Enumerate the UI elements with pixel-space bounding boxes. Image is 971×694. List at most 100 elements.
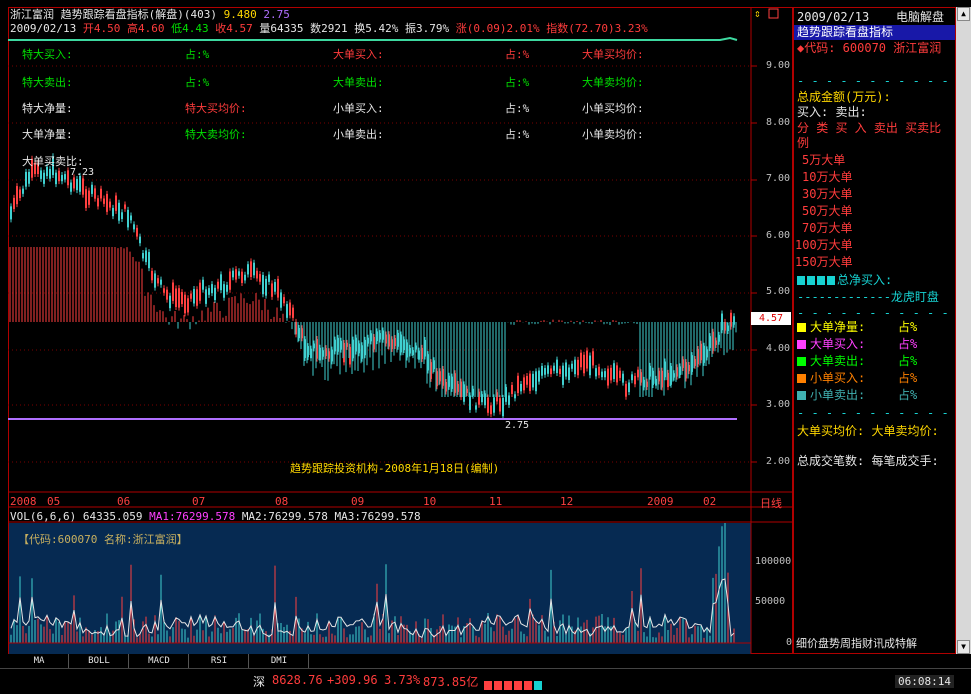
legend-label: 小单买入:	[810, 371, 866, 385]
candle-body	[511, 385, 513, 394]
panel-buy-sell: 买入: 卖出:	[797, 105, 867, 119]
candle-body	[85, 189, 87, 208]
time-tick: 2008	[10, 495, 37, 508]
price-tick: 4.00	[766, 342, 791, 354]
panel-subtitle: 趋势跟踪看盘指标	[794, 25, 955, 40]
price-chart[interactable]: ⇕	[0, 0, 793, 654]
candle-body	[592, 351, 594, 366]
panel-cell: 特大卖均价:	[185, 128, 247, 141]
panel-cell: 大单卖均价:	[582, 76, 644, 89]
candle-body	[166, 289, 168, 300]
vol-ma3: MA3:76299.578	[334, 510, 421, 523]
legend-item: 小单买入: 占%	[797, 371, 917, 386]
candle-body	[535, 371, 537, 392]
candle-body	[127, 209, 129, 228]
status-market: 深	[253, 675, 266, 689]
tier-row: 100万大单	[795, 238, 853, 252]
candle-body	[151, 270, 153, 281]
candle-body	[208, 288, 210, 295]
candle-body	[565, 362, 567, 377]
candle-body	[556, 359, 558, 374]
candle-body	[94, 188, 96, 199]
time-tick: 02	[703, 495, 717, 508]
candle-body	[73, 177, 75, 189]
candle-body	[568, 367, 570, 380]
candle-body	[67, 170, 69, 186]
time-tick: 2009	[647, 495, 674, 508]
candle-body	[274, 282, 276, 292]
candle-body	[526, 375, 528, 385]
candle-body	[133, 224, 135, 230]
legend-swatch	[797, 323, 806, 332]
panel-date: 2009/02/13	[797, 10, 870, 24]
candle-body	[586, 350, 588, 369]
candle-body	[61, 175, 63, 182]
candle-body	[520, 383, 522, 392]
candle-body	[148, 252, 150, 269]
candle-body	[160, 279, 162, 285]
candle-body	[241, 271, 243, 283]
candle-body	[79, 175, 81, 192]
panel-net-buy: 总净买入:	[797, 273, 892, 288]
candle-body	[88, 190, 90, 205]
panel-cell: 特大净量:	[22, 102, 73, 115]
panel-dragon: -------------龙虎盯盘	[797, 290, 939, 304]
low-price-label: 2.75	[505, 420, 530, 431]
candle-body	[544, 368, 546, 375]
candle-body	[277, 278, 279, 298]
legend-pct: 占%	[898, 354, 918, 368]
candle-body	[271, 283, 273, 297]
candle-body	[469, 395, 471, 410]
candle-body	[571, 363, 573, 369]
period-label[interactable]: 日线	[760, 495, 782, 511]
volume-header: VOL(6,6,6) 64335.059 MA1:76299.578 MA2:7…	[10, 510, 421, 523]
candle-body	[541, 365, 543, 376]
tab-dmi[interactable]: DMI	[250, 654, 309, 668]
volume-tick: 50000	[755, 596, 786, 607]
candle-body	[232, 270, 234, 278]
candlesticks	[10, 153, 735, 420]
candle-body	[280, 292, 282, 308]
legend-label: 大单净量:	[810, 320, 866, 334]
candle-body	[25, 171, 27, 187]
expand-icon	[768, 8, 779, 19]
candle-body	[226, 284, 228, 292]
scroll-up-icon[interactable]: ▲	[957, 7, 970, 21]
legend-item: 大单买入: 占%	[797, 337, 917, 352]
candle-body	[175, 288, 177, 307]
panel-bottom-tabs[interactable]: 细价盘势周指财讯成特解	[796, 636, 917, 651]
price-tick: 2.00	[766, 455, 791, 467]
price-tick: 8.00	[766, 116, 791, 128]
candle-body	[517, 375, 519, 394]
candle-body	[607, 368, 609, 386]
candle-body	[178, 288, 180, 308]
candle-body	[118, 202, 120, 221]
candle-body	[217, 281, 219, 289]
status-pct: 3.73%	[384, 673, 421, 687]
panel-divider-2: - - - - - - - - - - - - - - -	[797, 306, 955, 320]
panel-cell: 小单买均价:	[582, 102, 644, 115]
tab-boll[interactable]: BOLL	[70, 654, 129, 668]
volume-tick: 0	[786, 637, 793, 648]
candle-body	[169, 295, 171, 309]
panel-cell: 特大买均价:	[185, 102, 247, 115]
vol-ma2: MA2:76299.578	[241, 510, 328, 523]
panel-cell: 小单卖均价:	[582, 128, 644, 141]
tab-macd[interactable]: MACD	[130, 654, 189, 668]
candle-body	[619, 370, 621, 378]
tab-ma[interactable]: MA	[10, 654, 69, 668]
candle-body	[268, 274, 270, 282]
scroll-down-icon[interactable]: ▼	[957, 640, 970, 654]
candle-body	[247, 264, 249, 275]
panel-scrollbar[interactable]: ▲ ▼	[956, 7, 971, 654]
tier-row: 5万大单	[802, 153, 846, 167]
tab-rsi[interactable]: RSI	[190, 654, 249, 668]
candle-body	[190, 293, 192, 299]
candle-body	[112, 207, 114, 217]
candle-body	[508, 395, 510, 405]
candle-body	[154, 273, 156, 288]
price-tick: 6.00	[766, 229, 791, 241]
panel-title: 电脑解盘	[896, 10, 945, 24]
legend-swatch	[797, 357, 806, 366]
legend-item: 小单卖出: 占%	[797, 388, 917, 403]
